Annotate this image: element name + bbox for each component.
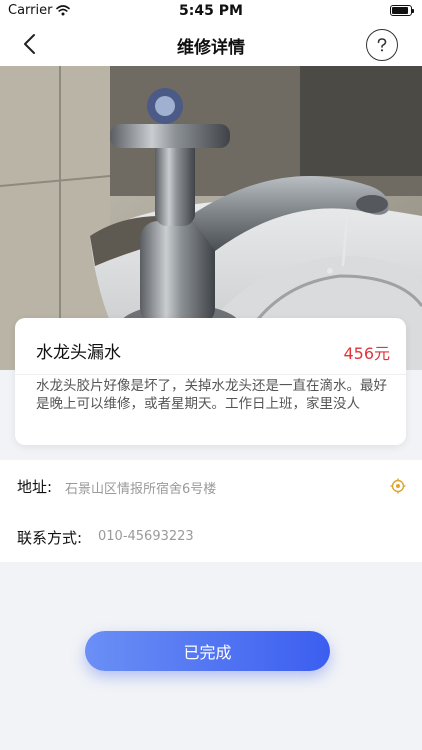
address-row: 地址: 石景山区情报所宿舍6号楼 bbox=[0, 460, 422, 511]
question-circle-icon bbox=[377, 38, 387, 52]
card-divider bbox=[15, 374, 406, 375]
repair-title: 水龙头漏水 bbox=[36, 343, 121, 363]
page-title: 维修详情 bbox=[177, 38, 245, 58]
contact-phone: 010-45693223 bbox=[98, 529, 194, 544]
contact-label: 联系方式: bbox=[17, 529, 83, 547]
repair-description: 水龙头胶片好像是坏了，关掉水龙头还是一直在滴水。最好是晚上可以维修，或者星期天。… bbox=[36, 378, 387, 412]
nav-bar: 维修详情 bbox=[0, 22, 422, 66]
completed-button[interactable]: 已完成 bbox=[85, 631, 330, 671]
repair-info-card: 水龙头漏水 456元 水龙头胶片好像是坏了，关掉水龙头还是一直在滴水。最好是晚上… bbox=[15, 318, 406, 445]
help-button[interactable] bbox=[366, 29, 398, 61]
contact-row: 联系方式: 010-45693223 bbox=[0, 511, 422, 562]
repair-price: 456元 bbox=[343, 344, 390, 363]
status-bar: Carrier 5:45 PM bbox=[0, 0, 422, 22]
address-value: 石景山区情报所宿舍6号楼 bbox=[65, 482, 217, 497]
clock: 5:45 PM bbox=[179, 3, 243, 19]
address-label: 地址: bbox=[17, 478, 53, 496]
locate-icon[interactable] bbox=[390, 478, 406, 494]
battery-icon bbox=[390, 5, 414, 16]
detail-panel: 地址: 石景山区情报所宿舍6号楼 联系方式: 010-45693223 bbox=[0, 460, 422, 562]
